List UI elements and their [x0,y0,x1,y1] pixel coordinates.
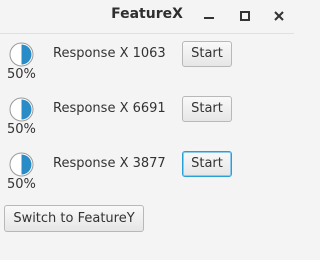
progress-percent: 50% [7,122,36,137]
minimize-icon [204,17,214,19]
maximize-button[interactable] [236,7,254,25]
response-row: 50% Response X 3877 Start [0,148,294,200]
title-bar[interactable]: FeatureX [0,0,294,33]
start-button[interactable]: Start [182,41,232,67]
progress-indicator-graphic [9,42,34,67]
progress-indicator [9,97,34,122]
start-button[interactable]: Start [182,96,232,122]
response-label: Response X 1063 [53,46,166,61]
response-row: 50% Response X 6691 Start [0,93,294,145]
close-button[interactable] [270,7,288,25]
maximize-icon [240,11,250,21]
app-window: FeatureX 50% Response X 1063 Start 50% R… [0,0,294,260]
progress-indicator-graphic [9,152,34,177]
response-row: 50% Response X 1063 Start [0,38,294,90]
progress-indicator-graphic [9,97,34,122]
progress-indicator [9,42,34,67]
switch-feature-button[interactable]: Switch to FeatureY [4,205,144,232]
response-label: Response X 6691 [53,101,166,116]
close-icon [274,11,284,21]
progress-percent: 50% [7,177,36,192]
minimize-button[interactable] [200,7,218,25]
progress-indicator [9,152,34,177]
start-button[interactable]: Start [182,151,232,177]
response-label: Response X 3877 [53,156,166,171]
title-divider [0,33,294,34]
progress-percent: 50% [7,67,36,82]
